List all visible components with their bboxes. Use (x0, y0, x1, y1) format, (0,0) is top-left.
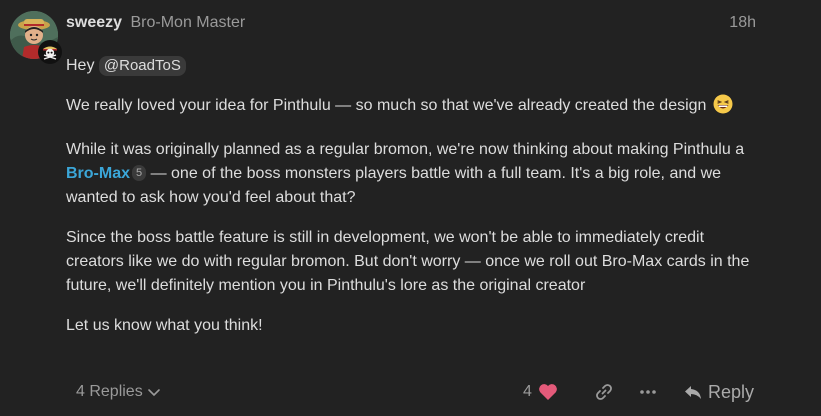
post-meta: sweezy Bro-Mon Master (66, 13, 245, 33)
post-controls: 4 Replies 4 Reply (66, 378, 766, 406)
post: sweezy Bro-Mon Master 18h Hey @RoadToS W… (0, 0, 821, 416)
grinning-squinting-face-emoji (713, 94, 733, 122)
copy-link-button[interactable] (592, 378, 616, 406)
bro-max-tag-link[interactable]: Bro-Max (66, 165, 130, 182)
post-body: Hey @RoadToS We really loved your idea f… (66, 54, 766, 354)
chevron-down-icon (147, 389, 160, 397)
greeting-paragraph: Hey @RoadToS (66, 54, 766, 78)
heart-icon (539, 384, 557, 400)
paragraph-1: We really loved your idea for Pinthulu —… (66, 94, 766, 122)
post-date[interactable]: 18h (729, 13, 756, 33)
replies-toggle-button[interactable]: 4 Replies (66, 378, 171, 406)
skull-flair-icon (38, 40, 62, 64)
paragraph-3: Since the boss battle feature is still i… (66, 229, 750, 294)
paragraph-1-text: We really loved your idea for Pinthulu —… (66, 97, 707, 114)
ellipsis-icon (640, 390, 656, 394)
reply-arrow-icon (685, 386, 701, 399)
paragraph-2-text-before: While it was originally planned as a reg… (66, 141, 745, 158)
tag-count-badge: 5 (132, 165, 147, 181)
replies-label: 4 Replies (76, 383, 143, 400)
paragraph-2: While it was originally planned as a reg… (66, 138, 766, 210)
link-icon (596, 384, 612, 400)
greeting-text: Hey (66, 57, 95, 74)
more-actions-button[interactable] (636, 378, 660, 406)
like-count[interactable]: 4 (523, 383, 532, 401)
reply-label: Reply (708, 381, 755, 402)
paragraph-4: Let us know what you think! (66, 317, 263, 334)
paragraph-2-text-after: — one of the boss monsters players battl… (66, 165, 722, 206)
user-mention[interactable]: @RoadToS (98, 56, 186, 76)
user-title: Bro-Mon Master (130, 14, 246, 31)
like-button[interactable]: 4 (523, 378, 558, 406)
username[interactable]: sweezy (66, 14, 122, 31)
reply-button[interactable]: Reply (684, 378, 754, 406)
